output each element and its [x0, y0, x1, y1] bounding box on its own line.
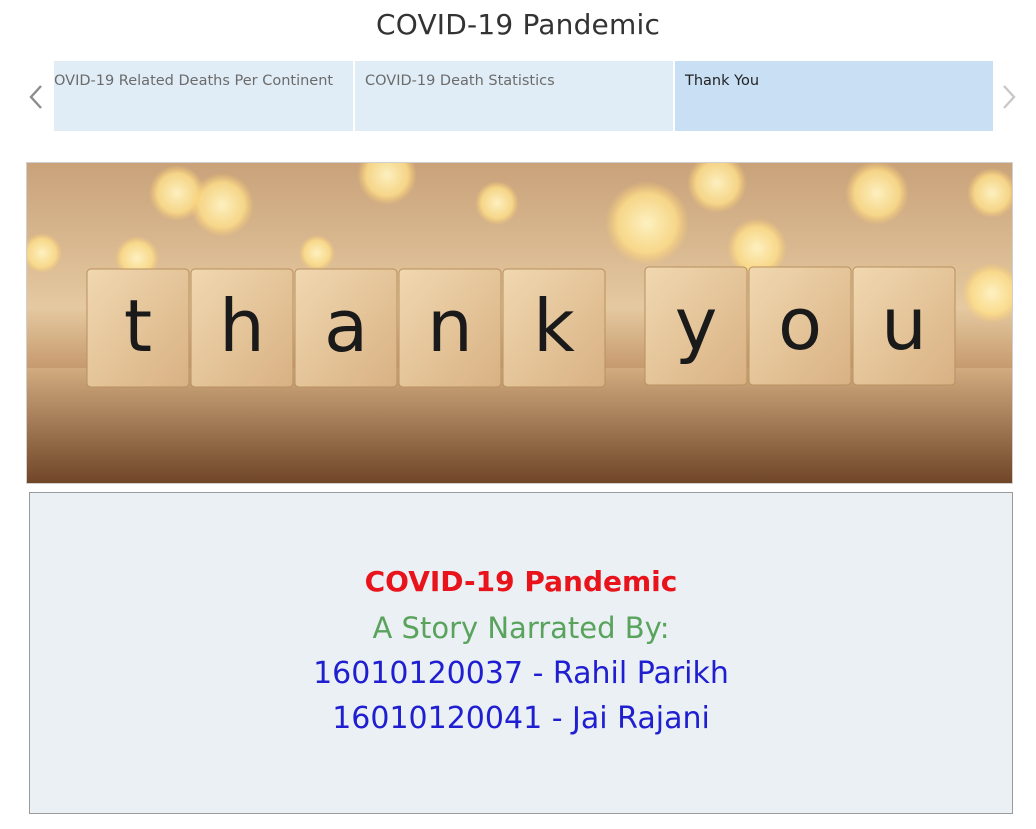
- chevron-left-icon: [29, 85, 42, 109]
- chevron-right-icon: [1003, 85, 1016, 109]
- credits-heading: COVID-19 Pandemic: [364, 565, 678, 598]
- tile-letter: k: [533, 284, 575, 368]
- tab-thank-you[interactable]: Thank You: [675, 61, 993, 131]
- next-story-point-button[interactable]: [998, 82, 1020, 112]
- tile-letter: a: [324, 284, 368, 368]
- credits-textbox: COVID-19 Pandemic A Story Narrated By: 1…: [29, 492, 1013, 814]
- story-navigator: OVID-19 Related Deaths Per Continent COV…: [54, 61, 993, 131]
- tab-related-deaths-per-continent[interactable]: OVID-19 Related Deaths Per Continent: [54, 61, 353, 131]
- story-title: COVID-19 Pandemic: [375, 8, 661, 41]
- letter-tiles: [86, 266, 956, 388]
- author-line: 16010120041 - Jai Rajani: [332, 701, 710, 736]
- tile-letter: t: [124, 284, 152, 368]
- tile-letter: y: [675, 282, 718, 366]
- tab-death-statistics[interactable]: COVID-19 Death Statistics: [355, 61, 673, 131]
- tile-letter: h: [219, 284, 265, 368]
- thank-you-banner-image: t h a n k y o u: [26, 162, 1013, 484]
- author-line: 16010120037 - Rahil Parikh: [313, 656, 729, 691]
- previous-story-point-button[interactable]: [25, 82, 47, 112]
- credits-subheading: A Story Narrated By:: [372, 611, 670, 645]
- tile-letter: n: [427, 284, 473, 368]
- tile-letter: u: [881, 282, 927, 366]
- tile-letter: o: [778, 282, 822, 366]
